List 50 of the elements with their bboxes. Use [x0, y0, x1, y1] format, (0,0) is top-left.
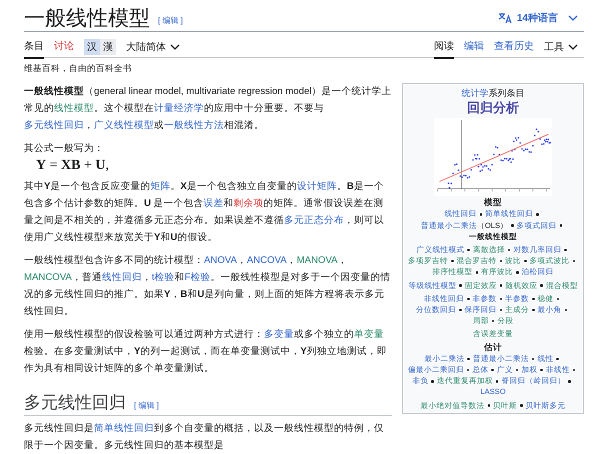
link[interactable]: 矩阵	[150, 181, 170, 192]
tab[interactable]: 编辑	[464, 34, 484, 59]
paragraph: 一般线性模型（general linear model, multivariate regression model）是一个统计学上常见的线性模型。这个模型在计量经济学的应用中十分重要。不要与 多元线性回归，广义线性模型或一般线性方法相混淆。	[24, 85, 392, 133]
tagline: 维基百科，自由的百科全书	[24, 62, 133, 75]
link[interactable]: 线性模型	[54, 103, 94, 114]
paragraph: 其公式一般写为：	[24, 142, 105, 156]
link[interactable]: MANOVA	[296, 255, 338, 266]
link[interactable]: 剩余项	[234, 198, 264, 209]
link[interactable]: 一般线性方法	[164, 120, 224, 131]
edit-link[interactable]: [ 编辑 ]	[134, 397, 159, 414]
link[interactable]: ANCOVA	[246, 255, 287, 266]
variant-menu[interactable]: 大陆简体	[126, 40, 166, 54]
variant-toggle[interactable]: 汉	[84, 38, 100, 54]
link[interactable]: ANOVA	[204, 255, 237, 266]
link[interactable]: 简单线性回归	[94, 423, 154, 434]
series-caption: 统计学系列条目	[460, 88, 526, 100]
link[interactable]: 计量经济学	[154, 103, 204, 114]
chevron-down-icon[interactable]	[568, 44, 578, 50]
tab[interactable]: 阅读	[434, 34, 454, 59]
tools-menu[interactable]: 工具	[544, 40, 564, 54]
infobox-heading: 估计	[483, 342, 503, 353]
link[interactable]: F检验	[184, 272, 210, 283]
edit-link[interactable]: [ 编辑 ]	[158, 15, 183, 26]
paragraph: 多元线性回归是简单线性回归到多个自变量的概括，以及一般线性模型的特例，仅限于一个因变量。多元线性回归的基本模型是	[24, 422, 385, 453]
link[interactable]: 统计学	[462, 88, 488, 98]
tab[interactable]: 讨论	[54, 34, 74, 59]
paragraph: 使用一般线性模型的假设检验可以通过两种方式进行：多变量或多个独立的单变量 检验。在多变量测试中，Y的列一起测试，而在单变量测试中，Y列独立地测试，即作为具有相同设计矩阵的多个单变量测试。	[24, 328, 388, 376]
section-heading: 多元线性回归	[24, 394, 126, 411]
formula: Y = XB + U,	[36, 157, 110, 174]
link[interactable]: 设计矩阵	[296, 181, 337, 192]
link[interactable]: 广义线性模型	[94, 120, 154, 131]
link[interactable]: 多元线性回归	[24, 120, 84, 131]
link[interactable]: t检验	[152, 272, 174, 283]
variant-toggle[interactable]: 漢	[100, 38, 116, 54]
infobox-heading: 模型	[483, 197, 503, 208]
languages-button[interactable]: 14种语言	[516, 10, 558, 24]
translate-icon	[498, 12, 512, 24]
page-title: 一般线性模型	[24, 4, 150, 32]
link[interactable]: 单变量	[354, 329, 384, 340]
paragraph: 一般线性模型包含许多不同的统计模型：ANOVA，ANCOVA，MANOVA， MANCOVA，普通线性回归，t检验和F检验。一般线性模型是对多于一个因变量的情况的多元线性回归的推广。如果Y，B和U是列向量，则上面的矩阵方程将表示多元线性回归。	[24, 254, 392, 319]
link[interactable]: 误差	[204, 198, 224, 209]
link[interactable]: 多变量	[264, 329, 294, 340]
link[interactable]: 多元正态分布	[284, 215, 344, 226]
paragraph: 其中Y是一个包含反应变量的矩阵。X是一个包含独立自变量的设计矩阵。B是一个包含多个估计参数的矩阵。U 是一个包含误差和剩余项的矩阵。通常假设误差在测量之间是不相关的，并遵循多元正态分布。如果误差不遵循多元正态分布，则可以使用广义线性模型来放宽关于Y和U的假设。	[24, 180, 385, 245]
link[interactable]: MANCOVA	[24, 272, 72, 283]
tab[interactable]: 查看历史	[494, 34, 534, 59]
tab[interactable]: 条目	[24, 34, 44, 59]
infobox-title: 回归分析	[466, 99, 520, 116]
chevron-down-icon[interactable]	[170, 44, 180, 50]
link[interactable]: 线性回归	[102, 272, 142, 283]
